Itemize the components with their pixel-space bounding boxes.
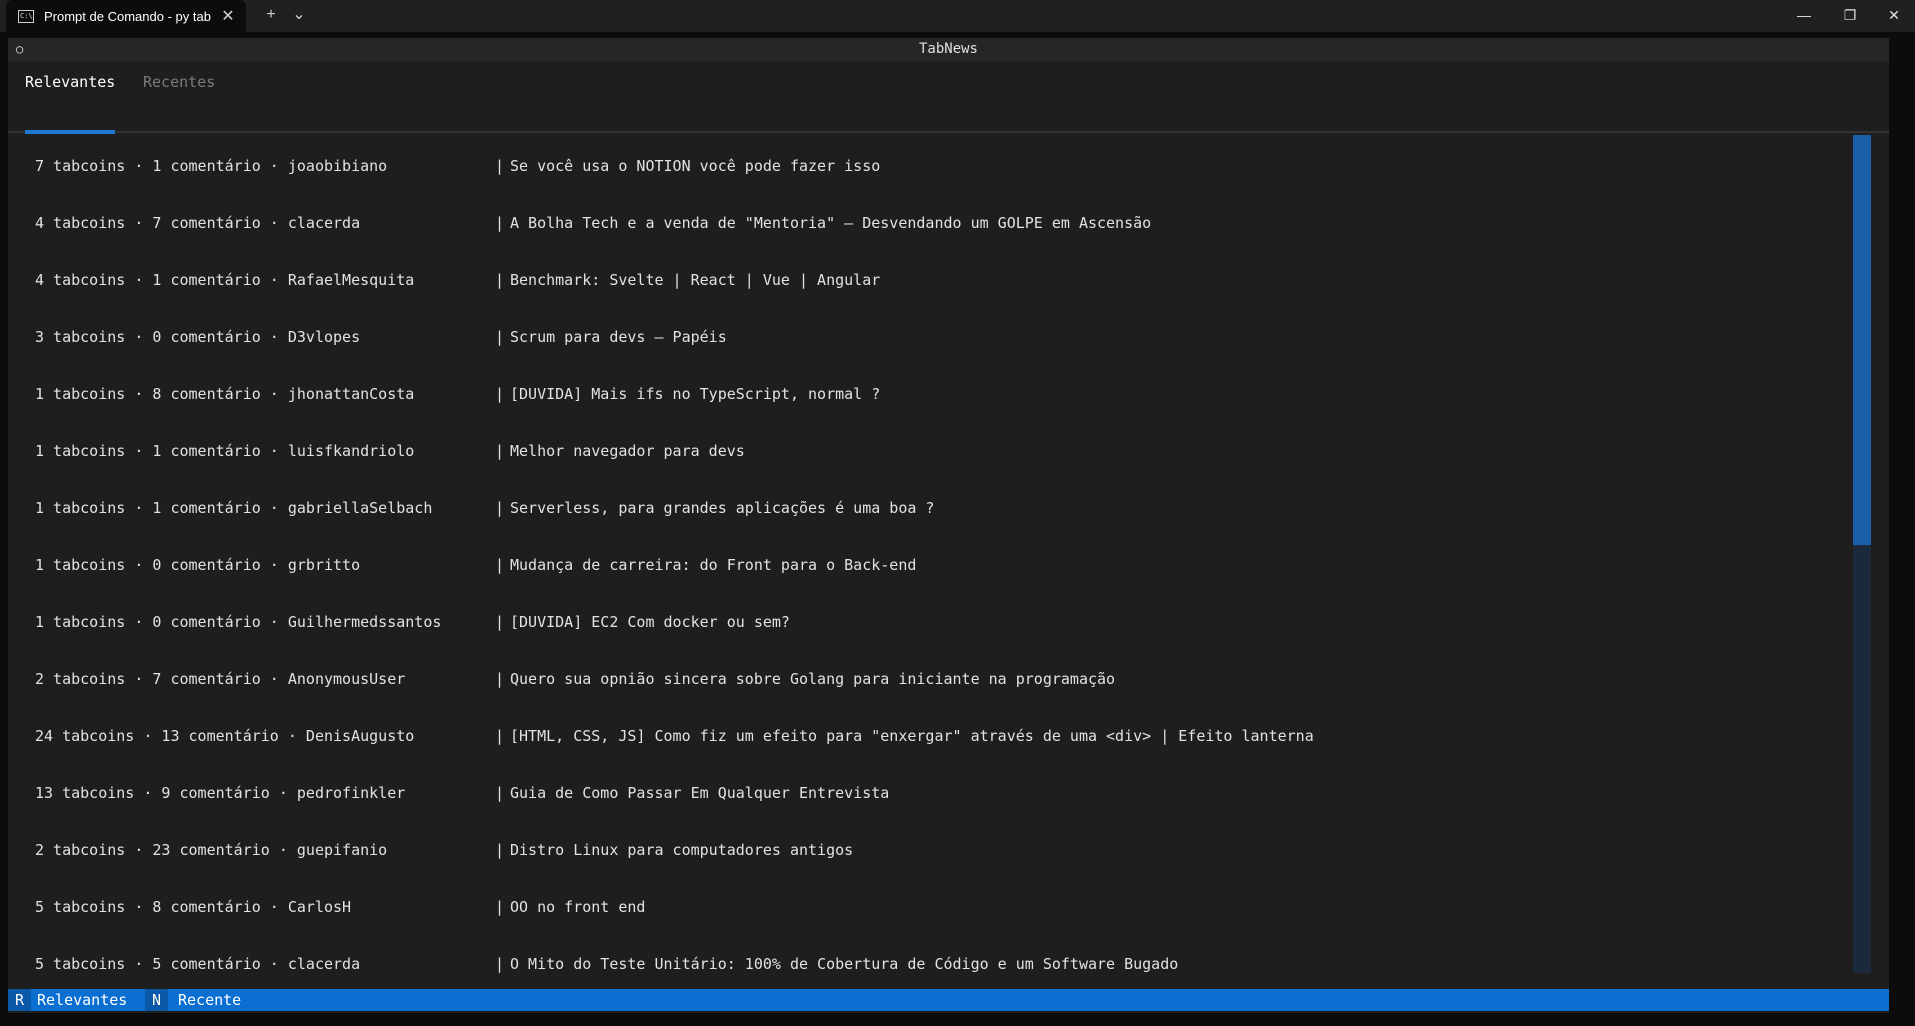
post-meta: 7 tabcoins · 1 comentário · joaobibiano xyxy=(35,157,388,175)
post-title: Se você usa o NOTION você pode fazer iss… xyxy=(510,157,881,175)
post-meta: 1 tabcoins · 0 comentário · grbritto xyxy=(35,556,361,574)
command-prompt-icon: C:\ xyxy=(18,9,34,23)
post-title: Melhor navegador para devs xyxy=(510,442,745,460)
column-separator: | xyxy=(495,157,505,175)
column-separator: | xyxy=(495,784,505,802)
column-separator: | xyxy=(495,499,505,517)
post-title: O Mito do Teste Unitário: 100% de Cobert… xyxy=(510,955,1179,973)
window-tab[interactable]: C:\ Prompt de Comando - py tab ✕ xyxy=(6,0,246,32)
column-separator: | xyxy=(495,556,505,574)
window-titlebar: C:\ Prompt de Comando - py tab ✕ + ⌄ — ❐… xyxy=(0,0,1915,32)
column-separator: | xyxy=(495,841,505,859)
column-separator: | xyxy=(495,214,505,232)
post-meta: 4 tabcoins · 1 comentário · RafaelMesqui… xyxy=(35,271,415,289)
post-meta: 2 tabcoins · 7 comentário · AnonymousUse… xyxy=(35,670,406,688)
post-meta: 2 tabcoins · 23 comentário · guepifanio xyxy=(35,841,388,859)
column-separator: | xyxy=(495,955,505,973)
column-separator: | xyxy=(495,271,505,289)
list-item[interactable]: 2 tabcoins · 23 comentário · guepifanio |… xyxy=(35,822,1855,879)
post-title: [DUVIDA] Mais ifs no TypeScript, normal … xyxy=(510,385,881,403)
post-meta: 3 tabcoins · 0 comentário · D3vlopes xyxy=(35,328,361,346)
post-title: [DUVIDA] EC2 Com docker ou sem? xyxy=(510,613,790,631)
footer-keybindings: R Relevantes N Recente xyxy=(8,989,1889,1011)
list-item[interactable]: 1 tabcoins · 1 comentário · luisfkandrio… xyxy=(35,423,1855,480)
column-separator: | xyxy=(495,385,505,403)
post-meta: 1 tabcoins · 1 comentário · gabriellaSel… xyxy=(35,499,433,517)
column-separator: | xyxy=(495,670,505,688)
post-title: Benchmark: Svelte | React | Vue | Angula… xyxy=(510,271,881,289)
list-item[interactable]: 3 tabcoins · 0 comentário · D3vlopes | Scr… xyxy=(35,309,1855,366)
tab-close-icon[interactable]: ✕ xyxy=(218,6,238,26)
post-title: Scrum para devs – Papéis xyxy=(510,328,727,346)
post-title: Distro Linux para computadores antigos xyxy=(510,841,854,859)
post-list[interactable]: 7 tabcoins · 1 comentário · joaobibiano |… xyxy=(35,138,1855,1004)
scrollbar[interactable] xyxy=(1853,135,1871,973)
post-meta: 1 tabcoins · 0 comentário · Guilhermedss… xyxy=(35,613,442,631)
key-n-label[interactable]: Recente xyxy=(178,989,241,1011)
list-item[interactable]: 5 tabcoins · 5 comentário · clacerda | O M… xyxy=(35,936,1855,993)
key-r[interactable]: R xyxy=(8,989,32,1011)
app-header: ○ TabNews xyxy=(8,38,1889,61)
key-r-label[interactable]: Relevantes xyxy=(37,989,127,1011)
list-item[interactable]: 4 tabcoins · 1 comentário · RafaelMesqui… xyxy=(35,252,1855,309)
key-n[interactable]: N xyxy=(145,989,169,1011)
post-meta: 5 tabcoins · 8 comentário · CarlosH xyxy=(35,898,352,916)
post-meta: 13 tabcoins · 9 comentário · pedrofinkle… xyxy=(35,784,406,802)
list-item[interactable]: 5 tabcoins · 8 comentário · CarlosH | OO n… xyxy=(35,879,1855,936)
new-tab-button[interactable]: + xyxy=(256,0,286,32)
post-meta: 4 tabcoins · 7 comentário · clacerda xyxy=(35,214,361,232)
list-item[interactable]: 24 tabcoins · 13 comentário · DenisAugus… xyxy=(35,708,1855,765)
post-title: Mudança de carreira: do Front para o Bac… xyxy=(510,556,917,574)
post-title: [HTML, CSS, JS] Como fiz um efeito para … xyxy=(510,727,1314,745)
maximize-button[interactable]: ❐ xyxy=(1827,0,1873,32)
column-separator: | xyxy=(495,442,505,460)
post-title: Guia de Como Passar Em Qualquer Entrevis… xyxy=(510,784,890,802)
post-title: A Bolha Tech e a venda de "Mentoria" – D… xyxy=(510,214,1152,232)
close-window-button[interactable]: ✕ xyxy=(1871,0,1915,32)
column-separator: | xyxy=(495,613,505,631)
tab-relevantes[interactable]: Relevantes xyxy=(8,62,132,147)
tabnews-app: ○ TabNews Relevantes Recentes 7 tabcoins… xyxy=(8,38,1889,1013)
column-separator: | xyxy=(495,727,505,745)
post-meta: 24 tabcoins · 13 comentário · DenisAugus… xyxy=(35,727,415,745)
scrollbar-thumb[interactable] xyxy=(1853,135,1871,545)
post-title: OO no front end xyxy=(510,898,646,916)
active-tab-indicator xyxy=(25,130,115,134)
list-item[interactable]: 13 tabcoins · 9 comentário · pedrofinkle… xyxy=(35,765,1855,822)
window-tab-label: Prompt de Comando - py tab xyxy=(44,8,211,24)
post-meta: 1 tabcoins · 1 comentário · luisfkandrio… xyxy=(35,442,415,460)
column-separator: | xyxy=(495,328,505,346)
list-item[interactable]: 7 tabcoins · 1 comentário · joaobibiano |… xyxy=(35,138,1855,195)
list-item[interactable]: 1 tabcoins · 1 comentário · gabriellaSel… xyxy=(35,480,1855,537)
tab-bar: Relevantes Recentes xyxy=(8,62,1889,147)
list-item[interactable]: 2 tabcoins · 7 comentário · AnonymousUse… xyxy=(35,651,1855,708)
post-meta: 1 tabcoins · 8 comentário · jhonattanCos… xyxy=(35,385,415,403)
post-title: Serverless, para grandes aplicações é um… xyxy=(510,499,935,517)
list-item[interactable]: 1 tabcoins · 0 comentário · Guilhermedss… xyxy=(35,594,1855,651)
tab-divider xyxy=(8,131,1889,133)
list-item[interactable]: 1 tabcoins · 0 comentário · grbritto | Mud… xyxy=(35,537,1855,594)
list-item[interactable]: 4 tabcoins · 7 comentário · clacerda | A B… xyxy=(35,195,1855,252)
tab-dropdown-icon[interactable]: ⌄ xyxy=(284,0,314,32)
post-title: Quero sua opnião sincera sobre Golang pa… xyxy=(510,670,1116,688)
list-item[interactable]: 1 tabcoins · 8 comentário · jhonattanCos… xyxy=(35,366,1855,423)
post-meta: 5 tabcoins · 5 comentário · clacerda xyxy=(35,955,361,973)
app-title: TabNews xyxy=(918,41,978,57)
minimize-button[interactable]: — xyxy=(1781,0,1827,32)
tab-recentes[interactable]: Recentes xyxy=(126,62,232,147)
column-separator: | xyxy=(495,898,505,916)
